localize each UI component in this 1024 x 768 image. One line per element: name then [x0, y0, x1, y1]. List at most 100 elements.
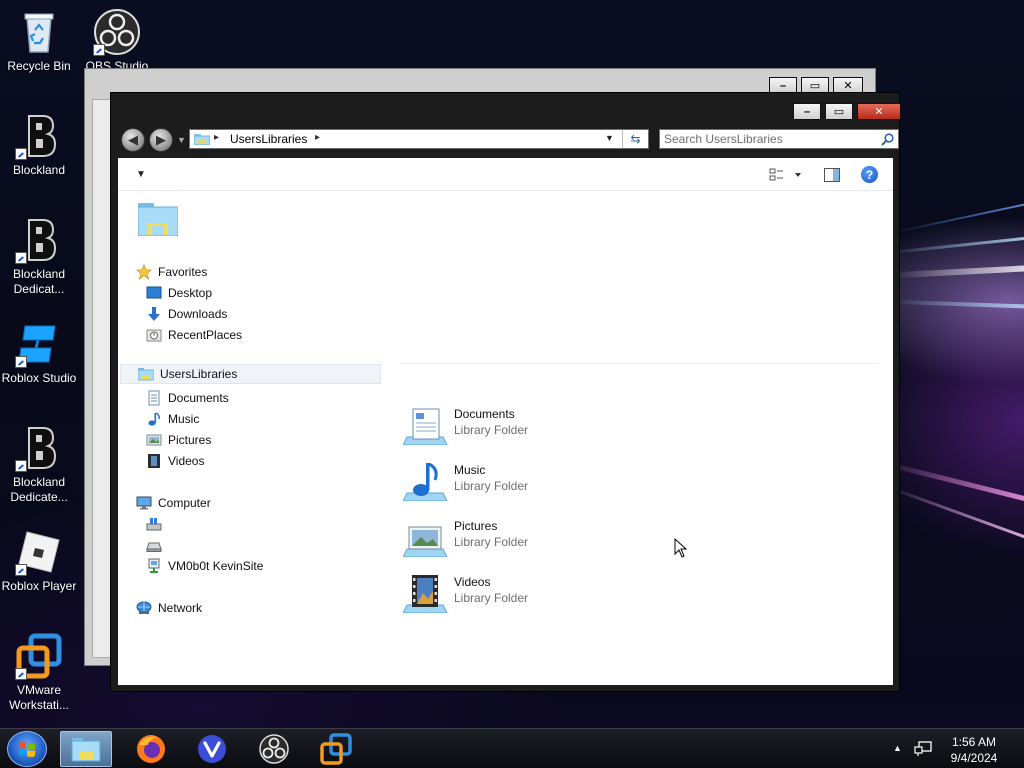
windows-logo-icon	[19, 742, 35, 757]
content-divider	[400, 363, 878, 364]
nav-computer-label: Computer	[158, 496, 211, 510]
library-item-documents[interactable]: Documents Library Folder	[403, 403, 663, 447]
documents-library-icon	[403, 408, 447, 445]
desktop-icon	[146, 285, 162, 301]
search-input[interactable]	[664, 132, 874, 146]
taskbar-file-explorer[interactable]	[60, 731, 112, 767]
blockland-icon	[15, 216, 63, 264]
refresh-button[interactable]: ⇆	[622, 130, 648, 148]
system-clock[interactable]: 1:56 AM 9/4/2024	[944, 734, 1004, 766]
nav-item-desktop[interactable]: Desktop	[146, 283, 212, 303]
nav-item-videos[interactable]: Videos	[146, 451, 204, 471]
desktop-icon-vmware[interactable]: VMware Workstati...	[0, 632, 78, 713]
address-dropdown-icon[interactable]: ▼	[605, 133, 614, 143]
recent-pages-dropdown-icon[interactable]: ▼	[177, 135, 186, 145]
library-item-type: Library Folder	[454, 591, 529, 605]
nav-item-label: Music	[168, 412, 200, 426]
close-button[interactable]: ✕	[857, 103, 901, 120]
help-icon: ?	[865, 167, 874, 182]
vivaldi-icon	[198, 735, 226, 763]
library-item-type: Library Folder	[454, 479, 529, 493]
nav-userslibraries[interactable]: UsersLibraries	[120, 364, 381, 384]
start-button[interactable]	[7, 731, 47, 767]
show-hidden-icons-button[interactable]: ▲	[893, 743, 902, 753]
wallpaper-light-streak	[899, 233, 1024, 253]
navigation-bar: ◀ ▶ ▼ ▸ UsersLibraries ▸ ▼ ⇆	[119, 127, 899, 153]
desktop-icon-blockland-dedicated-2[interactable]: Blockland Dedicate...	[0, 424, 78, 505]
preview-pane-button[interactable]	[824, 168, 840, 182]
desktop-icon-roblox-studio[interactable]: Roblox Studio	[0, 320, 78, 386]
roblox-player-icon	[15, 528, 63, 576]
minimize-button[interactable]: –	[793, 103, 821, 120]
nav-item-drive[interactable]	[146, 535, 168, 555]
help-button[interactable]: ?	[861, 166, 878, 183]
drive-icon	[146, 537, 162, 553]
breadcrumb-separator-icon[interactable]: ▸	[315, 132, 320, 143]
library-item-videos[interactable]: Videos Library Folder	[403, 571, 663, 615]
roblox-studio-icon	[15, 320, 63, 368]
breadcrumb-userslibraries[interactable]: UsersLibraries	[230, 132, 307, 146]
preview-pane-icon	[824, 168, 840, 182]
nav-item-pictures[interactable]: Pictures	[146, 430, 211, 450]
local-disk-icon	[146, 516, 162, 532]
search-icon[interactable]	[881, 133, 894, 146]
library-item-name: Videos	[454, 575, 491, 589]
taskbar-vmware[interactable]	[310, 731, 362, 767]
nav-item-music[interactable]: Music	[146, 409, 199, 429]
taskbar: ▲ 1:56 AM 9/4/2024	[0, 728, 1024, 768]
network-tray-icon[interactable]	[914, 741, 932, 757]
shortcut-arrow-icon	[15, 148, 27, 160]
back-button[interactable]: ◀	[121, 128, 145, 152]
obs-icon	[259, 734, 289, 764]
desktop-icon-roblox-player[interactable]: Roblox Player	[0, 528, 78, 594]
breadcrumb-separator-icon[interactable]: ▸	[214, 132, 219, 143]
command-bar: ▼ ?	[118, 158, 893, 191]
wallpaper-light-streak	[899, 196, 1024, 232]
library-item-name: Documents	[454, 407, 515, 421]
nav-item-documents[interactable]: Documents	[146, 388, 229, 408]
wallpaper-light-streak	[899, 300, 1024, 310]
nav-item-label: RecentPlaces	[168, 328, 243, 342]
desktop-icon-label: Roblox Studio	[1, 371, 77, 385]
desktop-icon-label: Blockland	[12, 163, 66, 177]
desktop-icon-recycle-bin[interactable]: Recycle Bin	[0, 8, 78, 74]
taskbar-vivaldi[interactable]	[186, 731, 238, 767]
change-view-button[interactable]	[769, 167, 805, 183]
taskbar-firefox[interactable]	[125, 731, 177, 767]
nav-item-downloads[interactable]: Downloads	[146, 304, 227, 324]
recent-places-icon	[146, 327, 162, 343]
library-item-pictures[interactable]: Pictures Library Folder	[403, 515, 663, 559]
nav-item-label: VM0b0t KevinSite	[168, 559, 264, 573]
library-item-music[interactable]: Music Library Folder	[403, 459, 663, 503]
desktop-icon-blockland[interactable]: Blockland	[0, 112, 78, 178]
forward-button[interactable]: ▶	[149, 128, 173, 152]
star-icon	[135, 263, 153, 281]
nav-item-network-drive[interactable]: VM0b0t KevinSite	[146, 556, 263, 576]
nav-favorites[interactable]: Favorites	[135, 262, 207, 282]
desktop-icon-blockland-dedicated[interactable]: Blockland Dedicat...	[0, 216, 78, 297]
nav-item-local-disk[interactable]	[146, 514, 168, 534]
pictures-icon	[146, 432, 162, 448]
taskbar-obs-studio[interactable]	[248, 731, 300, 767]
obs-icon	[93, 8, 141, 56]
library-folder-icon	[194, 134, 210, 145]
nav-computer[interactable]: Computer	[136, 493, 211, 513]
address-bar[interactable]: ▸ UsersLibraries ▸ ▼ ⇆	[189, 129, 649, 149]
maximize-button[interactable]: ▭	[825, 103, 853, 120]
downloads-icon	[146, 306, 162, 322]
nav-item-recent-places[interactable]: RecentPlaces	[146, 325, 242, 345]
explorer-window[interactable]: – ▭ ✕ ◀ ▶ ▼ ▸ UsersLibraries ▸ ▼ ⇆ Searc…	[110, 92, 901, 692]
wallpaper-light-streak	[899, 490, 1024, 548]
organize-dropdown-icon[interactable]: ▼	[136, 169, 146, 180]
pictures-library-icon	[403, 526, 447, 557]
blockland-icon	[15, 424, 63, 472]
library-item-name: Music	[454, 463, 486, 477]
recycle-bin-icon	[15, 8, 63, 56]
desktop-icon-label: Roblox Player	[1, 579, 77, 593]
videos-library-icon	[403, 575, 447, 613]
nav-network[interactable]: Network	[136, 598, 202, 618]
explorer-client-area: ▼ ? Favorites Desktop Downloads RecentPl…	[118, 158, 893, 685]
desktop-icon-obs-studio[interactable]: OBS Studio	[78, 8, 156, 74]
back-arrow-icon: ◀	[128, 132, 138, 147]
search-box[interactable]	[659, 129, 899, 149]
